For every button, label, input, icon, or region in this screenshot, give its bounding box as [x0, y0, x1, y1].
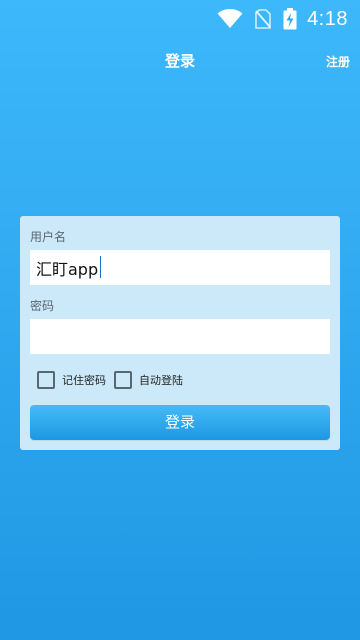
password-input[interactable]	[30, 319, 330, 354]
no-sim-icon	[255, 9, 271, 29]
remember-password-checkbox[interactable]	[37, 371, 55, 389]
auto-login-label: 自动登陆	[139, 374, 183, 387]
status-bar: 4:18	[0, 0, 360, 38]
auto-login-option[interactable]: 自动登陆	[114, 371, 183, 389]
login-card: 用户名 密码 记住密码 自动登陆 登录	[20, 216, 340, 450]
auto-login-checkbox[interactable]	[114, 371, 132, 389]
login-options: 记住密码 自动登陆	[37, 371, 183, 389]
username-label: 用户名	[30, 230, 67, 244]
page-title: 登录	[164, 52, 195, 70]
wifi-icon	[217, 9, 243, 29]
remember-password-label: 记住密码	[62, 374, 106, 387]
password-label: 密码	[30, 299, 55, 313]
status-clock: 4:18	[307, 7, 348, 30]
battery-charging-icon	[283, 8, 297, 30]
status-icons: 4:18	[217, 6, 348, 32]
login-button[interactable]: 登录	[30, 405, 330, 440]
app-header: 登录 注册	[0, 42, 360, 78]
username-input[interactable]	[30, 250, 330, 285]
remember-password-option[interactable]: 记住密码	[37, 371, 106, 389]
register-link[interactable]: 注册	[326, 53, 350, 70]
text-cursor	[100, 256, 101, 278]
